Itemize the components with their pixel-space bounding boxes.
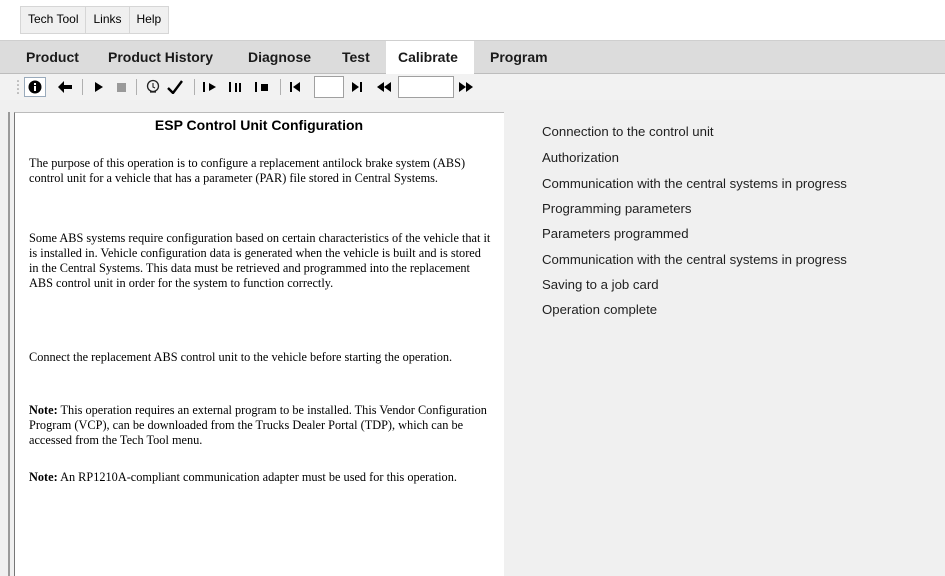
step-item: Communication with the central systems i… bbox=[542, 176, 847, 191]
note-paragraph: Note: An RP1210A-compliant communication… bbox=[29, 470, 491, 485]
toolbar-separator bbox=[82, 79, 83, 95]
menu-help[interactable]: Help bbox=[130, 7, 169, 33]
step-stop-icon[interactable] bbox=[254, 77, 272, 97]
step-item: Connection to the control unit bbox=[542, 124, 714, 139]
last-icon[interactable] bbox=[350, 77, 364, 97]
menu-links[interactable]: Links bbox=[86, 7, 130, 33]
rewind-icon[interactable] bbox=[376, 77, 392, 97]
tab-product[interactable]: Product bbox=[14, 41, 91, 74]
note-label: Note: bbox=[29, 470, 58, 484]
toolbar-separator bbox=[136, 79, 137, 95]
fast-forward-icon[interactable] bbox=[458, 77, 474, 97]
tab-product-history[interactable]: Product History bbox=[96, 41, 225, 74]
step-item: Communication with the central systems i… bbox=[542, 252, 847, 267]
info-icon[interactable] bbox=[24, 77, 46, 97]
page-title: ESP Control Unit Configuration bbox=[154, 117, 364, 133]
description-paragraph: Some ABS systems require configuration b… bbox=[29, 231, 491, 290]
step-item: Operation complete bbox=[542, 302, 658, 317]
menu-tech-tool[interactable]: Tech Tool bbox=[21, 7, 87, 33]
first-icon[interactable] bbox=[288, 77, 302, 97]
tab-program[interactable]: Program bbox=[478, 41, 560, 74]
toolbar-separator bbox=[280, 79, 281, 95]
step-item: Authorization bbox=[542, 150, 619, 165]
tab-calibrate[interactable]: Calibrate bbox=[386, 41, 474, 74]
grip-icon bbox=[16, 77, 20, 97]
back-arrow-icon[interactable] bbox=[56, 77, 74, 97]
first-page-input[interactable] bbox=[314, 76, 344, 98]
step-item: Saving to a job card bbox=[542, 277, 659, 292]
tab-diagnose[interactable]: Diagnose bbox=[236, 41, 323, 74]
page-input[interactable] bbox=[398, 76, 454, 98]
stop-icon[interactable] bbox=[114, 77, 128, 97]
step-forward-icon[interactable] bbox=[202, 77, 218, 97]
description-panel: ESP Control Unit Configuration The purpo… bbox=[14, 112, 504, 576]
step-pause-icon[interactable] bbox=[228, 77, 246, 97]
step-item: Programming parameters bbox=[542, 201, 692, 216]
lightbulb-hint-icon[interactable] bbox=[144, 77, 162, 97]
tab-test[interactable]: Test bbox=[330, 41, 382, 74]
note-text: An RP1210A-compliant communication adapt… bbox=[57, 470, 457, 484]
description-paragraph: The purpose of this operation is to conf… bbox=[29, 156, 466, 185]
toolbar bbox=[0, 74, 945, 100]
instruction-paragraph: Connect the replacement ABS control unit… bbox=[29, 350, 453, 364]
note-text: This operation requires an external prog… bbox=[29, 403, 487, 447]
tab-bar: Product Product History Diagnose Test Ca… bbox=[0, 40, 945, 74]
panel-edge bbox=[8, 112, 10, 576]
toolbar-separator bbox=[194, 79, 195, 95]
menu-items: Tech Tool Links Help bbox=[20, 6, 170, 34]
step-item: Parameters programmed bbox=[542, 226, 689, 241]
note-label: Note: bbox=[29, 403, 58, 417]
menu-bar: Tech Tool Links Help bbox=[0, 0, 945, 40]
checkmark-icon[interactable] bbox=[166, 77, 184, 97]
steps-panel: Connection to the control unit Authoriza… bbox=[504, 112, 945, 576]
play-icon[interactable] bbox=[92, 77, 106, 97]
note-paragraph: Note: This operation requires an externa… bbox=[29, 403, 491, 448]
